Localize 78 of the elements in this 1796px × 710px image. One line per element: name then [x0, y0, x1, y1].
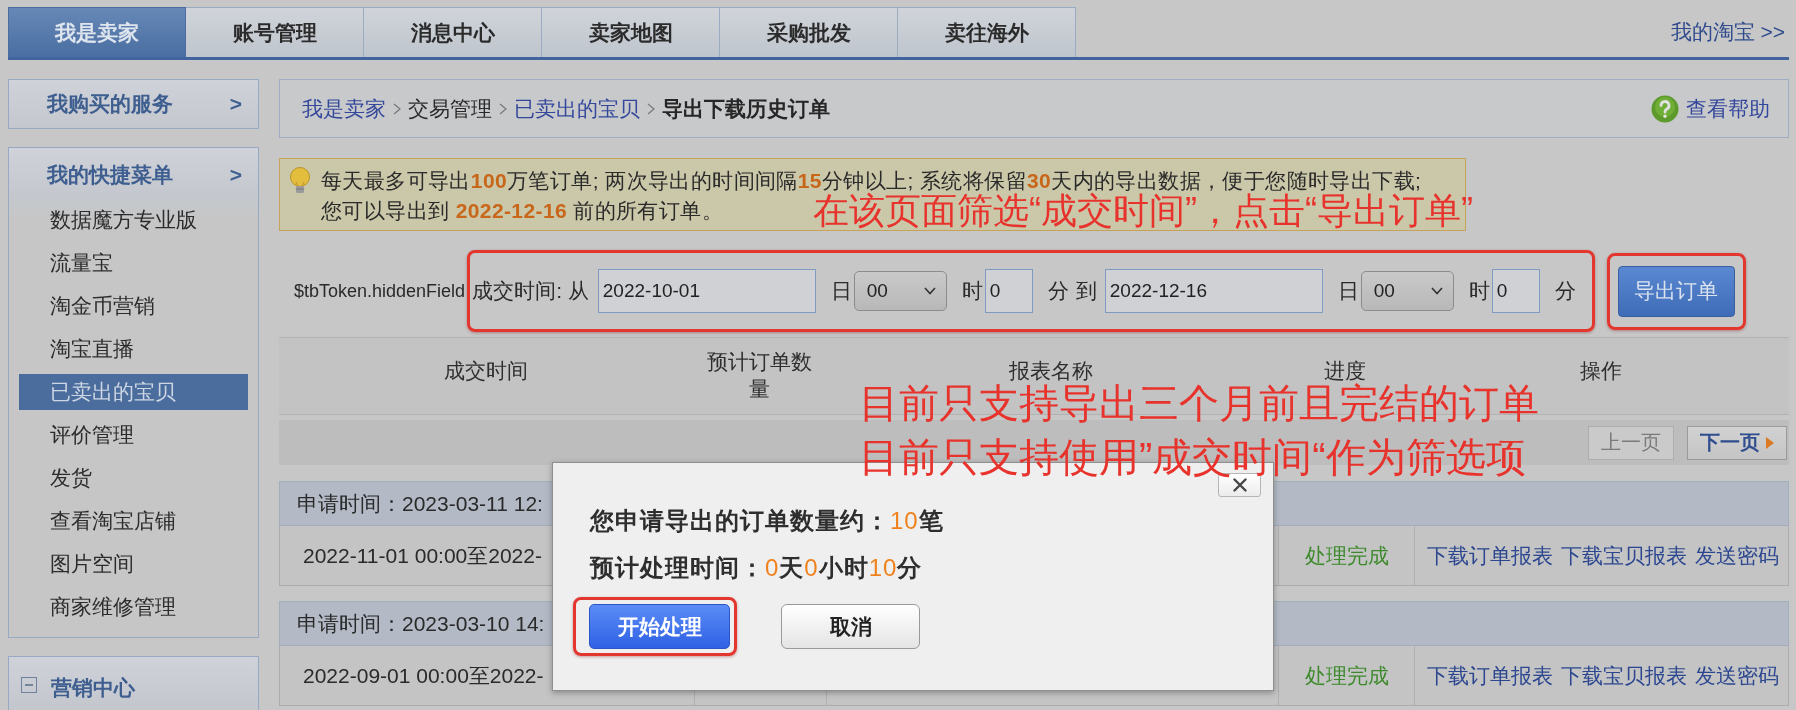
nav-tab[interactable]: 采购批发 — [720, 7, 898, 57]
collapse-icon[interactable] — [21, 677, 37, 693]
chevron-icon — [393, 102, 401, 115]
action-link[interactable]: 下载宝贝报表 — [1560, 661, 1687, 690]
column-header: 报表名称 — [1009, 357, 1093, 384]
menu-item[interactable]: 淘宝直播 — [19, 331, 248, 367]
panel-title[interactable]: 营销中心 — [51, 674, 135, 702]
dialog-text: 您申请导出的订单数量约：10笔 — [590, 506, 944, 536]
menu-item[interactable]: 数据魔方专业版 — [19, 202, 248, 238]
status-cell: 处理完成 — [1278, 646, 1414, 705]
time-range-label: 成交时间: 从 — [472, 278, 589, 304]
notice-text: 每天最多可导出100万笔订单; 两次导出的时间间隔15分钟以上; 系统将保留30天内的导出数据，便于您随时导出下载; — [321, 168, 1422, 192]
breadcrumb-link[interactable]: 我是卖家 — [302, 94, 386, 123]
date-range-text: 2022-09-01 00:00至2022- — [303, 662, 544, 689]
nav-tab[interactable]: 卖往海外 — [898, 7, 1076, 57]
menu-item[interactable]: 已卖出的宝贝 — [19, 374, 248, 410]
status-cell: 处理完成 — [1278, 526, 1414, 585]
next-page-button[interactable]: 下一页 — [1687, 425, 1787, 460]
start-button[interactable]: 开始处理 — [589, 604, 730, 649]
date-range-text: 2022-11-01 00:00至2022- — [303, 542, 542, 569]
unit-label: 时 — [961, 278, 983, 304]
date-field[interactable]: 2022-10-01 — [597, 269, 816, 313]
action-link[interactable]: 下载订单报表 — [1426, 541, 1553, 570]
chevron-down-icon — [923, 287, 936, 295]
column-header: 操作 — [1580, 357, 1622, 384]
unit-label: 分 — [1047, 278, 1069, 304]
request-time-text: 申请时间：2023-03-11 12: — [297, 490, 543, 517]
date-field[interactable]: 2022-12-16 — [1104, 269, 1323, 313]
annotation-note: 目前只支持使用”成交时间“作为筛选项 — [859, 435, 1526, 479]
nav-tab[interactable]: 卖家地图 — [542, 7, 720, 57]
to-label: 到 — [1075, 278, 1097, 304]
help-icon — [1651, 94, 1679, 123]
breadcrumb-current: 导出下载历史订单 — [662, 95, 830, 122]
menu-item[interactable]: 查看淘宝店铺 — [19, 503, 248, 539]
unit-label: 日 — [830, 278, 852, 304]
minute-field[interactable]: 0 — [1491, 269, 1540, 313]
hidden-field-text: $tbToken.hiddenField — [294, 280, 466, 302]
request-time-text: 申请时间：2023-03-10 14: — [297, 610, 545, 637]
menu-item[interactable]: 评价管理 — [19, 417, 248, 453]
column-header: 成交时间 — [444, 357, 528, 384]
caret-icon — [1766, 436, 1774, 449]
panel-title[interactable]: 我的快捷菜单 — [47, 161, 173, 189]
menu-item[interactable]: 淘金币营销 — [19, 288, 248, 324]
nav-tab[interactable]: 账号管理 — [186, 7, 364, 57]
notice-text: 您可以导出到 2022-12-16 前的所有订单。 — [321, 198, 724, 224]
column-header: 预计订单数量 — [705, 349, 813, 402]
my-taobao-link[interactable]: 我的淘宝 >> — [1670, 18, 1785, 46]
hour-select[interactable]: 00 — [1360, 271, 1454, 311]
chevron-icon — [647, 102, 655, 115]
more-arrow[interactable]: > — [229, 163, 242, 187]
menu-item[interactable]: 发货 — [19, 460, 248, 496]
action-link[interactable]: 发送密码 — [1694, 661, 1779, 690]
unit-label: 日 — [1337, 278, 1359, 304]
minute-field[interactable]: 0 — [984, 269, 1033, 313]
column-header: 进度 — [1324, 357, 1366, 382]
menu-item[interactable]: 流量宝 — [19, 245, 248, 281]
action-link[interactable]: 下载宝贝报表 — [1560, 541, 1687, 570]
nav-tab[interactable]: 消息中心 — [364, 7, 542, 57]
hour-select[interactable]: 00 — [853, 271, 947, 311]
breadcrumb-link[interactable]: 已卖出的宝贝 — [514, 94, 640, 123]
chevron-icon — [499, 102, 507, 115]
more-arrow[interactable]: > — [229, 92, 242, 116]
unit-label: 分 — [1554, 278, 1576, 304]
cancel-button[interactable]: 取消 — [781, 604, 920, 649]
annotation-note: 目前只支持导出三个月前且完结的订单 — [859, 381, 1539, 425]
menu-item[interactable]: 图片空间 — [19, 546, 248, 582]
action-link[interactable]: 下载订单报表 — [1426, 661, 1553, 690]
annotation-note: 在该页面筛选“成交时间”，点击“导出订单” — [813, 191, 1473, 231]
lightbulb-icon — [288, 167, 312, 195]
close-icon — [1232, 478, 1247, 492]
help-link[interactable]: 查看帮助 — [1651, 94, 1770, 123]
breadcrumb-text: 交易管理 — [408, 95, 492, 122]
dialog-text: 预计处理时间：0天0小时10分 — [590, 553, 923, 583]
chevron-down-icon — [1430, 287, 1443, 295]
unit-label: 时 — [1468, 278, 1490, 304]
menu-item[interactable]: 商家维修管理 — [19, 589, 248, 625]
panel-title[interactable]: 我购买的服务 — [47, 90, 173, 118]
action-link[interactable]: 发送密码 — [1694, 541, 1779, 570]
